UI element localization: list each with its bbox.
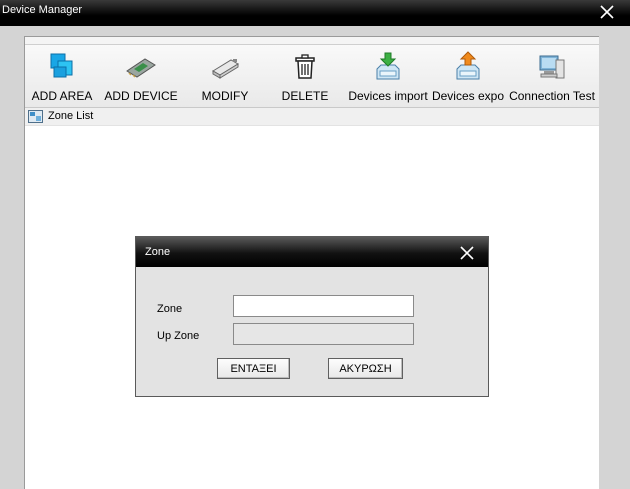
toolbar-top-strip bbox=[25, 37, 599, 45]
zone-label: Zone bbox=[157, 303, 183, 315]
connection-test-icon bbox=[539, 55, 565, 79]
add-device-button[interactable]: ADD DEVICE bbox=[103, 45, 179, 108]
modify-button[interactable]: MODIFY bbox=[193, 45, 257, 108]
close-icon[interactable] bbox=[598, 2, 616, 22]
add-area-button[interactable]: ADD AREA bbox=[25, 45, 99, 108]
cancel-button[interactable]: ΑΚΥΡΩΣΗ bbox=[328, 358, 403, 379]
trash-icon bbox=[295, 54, 315, 79]
devices-import-button[interactable]: Devices import bbox=[347, 45, 429, 108]
toolbar-label: ADD AREA bbox=[31, 89, 93, 103]
export-icon bbox=[456, 51, 480, 80]
toolbar-label: Devices import bbox=[348, 89, 428, 103]
dialog-titlebar: Zone bbox=[136, 237, 488, 267]
modify-icon bbox=[212, 59, 239, 79]
devices-export-button[interactable]: Devices expo bbox=[429, 45, 507, 108]
import-icon bbox=[376, 52, 400, 80]
ok-button[interactable]: ΕΝΤΑΞΕΙ bbox=[217, 358, 290, 379]
add-area-icon bbox=[50, 53, 73, 78]
delete-button[interactable]: DELETE bbox=[275, 45, 335, 108]
toolbar-label: MODIFY bbox=[201, 89, 249, 103]
toolbar-label: ADD DEVICE bbox=[104, 89, 178, 103]
toolbar-label: Devices expo bbox=[431, 89, 505, 103]
toolbar-label: DELETE bbox=[281, 89, 329, 103]
window-titlebar: Device Manager bbox=[0, 0, 630, 26]
zone-list-header[interactable]: Zone List bbox=[25, 108, 599, 126]
dialog-close-icon[interactable] bbox=[459, 245, 475, 261]
up-zone-input[interactable] bbox=[233, 323, 414, 345]
toolbar: ADD AREA ADD DEVICE MODIFY DELETE Device… bbox=[25, 45, 599, 108]
toolbar-label: Connection Test bbox=[509, 89, 595, 103]
zone-list-label: Zone List bbox=[48, 110, 94, 122]
up-zone-label: Up Zone bbox=[157, 330, 200, 342]
add-device-icon bbox=[126, 58, 156, 78]
window-title: Device Manager bbox=[2, 4, 83, 16]
connection-test-button[interactable]: Connection Test bbox=[506, 45, 598, 108]
zone-dialog: Zone Zone Up Zone ΕΝΤΑΞΕΙ ΑΚΥΡΩΣΗ bbox=[135, 236, 489, 397]
zone-input[interactable] bbox=[233, 295, 414, 317]
zone-list-icon bbox=[28, 110, 43, 123]
dialog-title: Zone bbox=[145, 246, 171, 258]
